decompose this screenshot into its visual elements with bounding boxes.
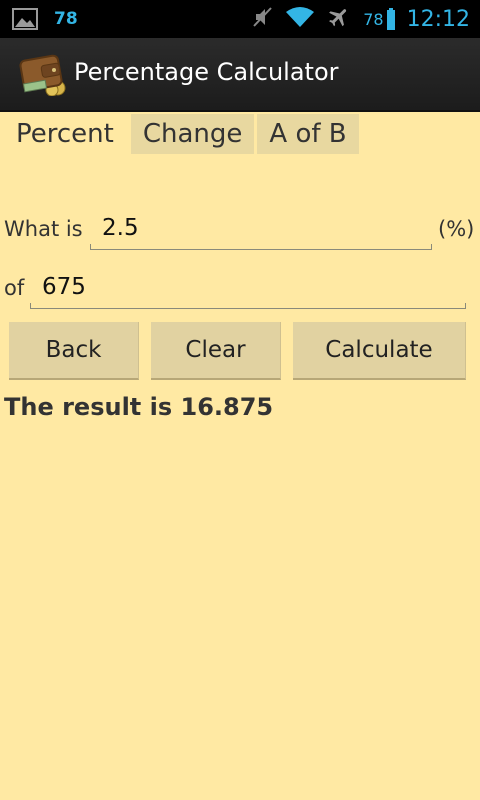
wifi-icon xyxy=(285,5,315,33)
tab-bar: Percent Change A of B xyxy=(10,114,362,154)
clear-button[interactable]: Clear xyxy=(151,322,281,380)
status-bar-left: 78 xyxy=(12,6,78,32)
back-button[interactable]: Back xyxy=(9,322,139,380)
tab-change[interactable]: Change xyxy=(130,114,255,154)
of-label: of xyxy=(4,276,25,300)
tab-a-of-b[interactable]: A of B xyxy=(257,114,359,154)
clock: 12:12 xyxy=(406,6,470,32)
percent-input[interactable]: 2.5 xyxy=(90,210,432,250)
battery-level: 78 xyxy=(363,9,384,29)
action-bar: Percentage Calculator xyxy=(0,38,480,112)
status-bar-right: 78 12:12 xyxy=(251,4,470,34)
battery-icon xyxy=(386,8,395,30)
notification-count: 78 xyxy=(54,9,78,29)
base-value-input[interactable]: 675 xyxy=(30,269,466,309)
airplane-icon xyxy=(327,5,351,33)
gallery-icon xyxy=(12,8,38,30)
wallet-icon[interactable] xyxy=(18,50,68,97)
mute-icon xyxy=(251,5,273,33)
result-text: The result is 16.875 xyxy=(4,393,274,421)
what-is-label: What is xyxy=(4,217,83,241)
percent-suffix: (%) xyxy=(438,217,475,241)
status-bar: 78 78 12:12 xyxy=(0,0,480,38)
calculate-button[interactable]: Calculate xyxy=(293,322,466,380)
tab-percent[interactable]: Percent xyxy=(10,114,128,154)
app-title: Percentage Calculator xyxy=(74,58,339,86)
